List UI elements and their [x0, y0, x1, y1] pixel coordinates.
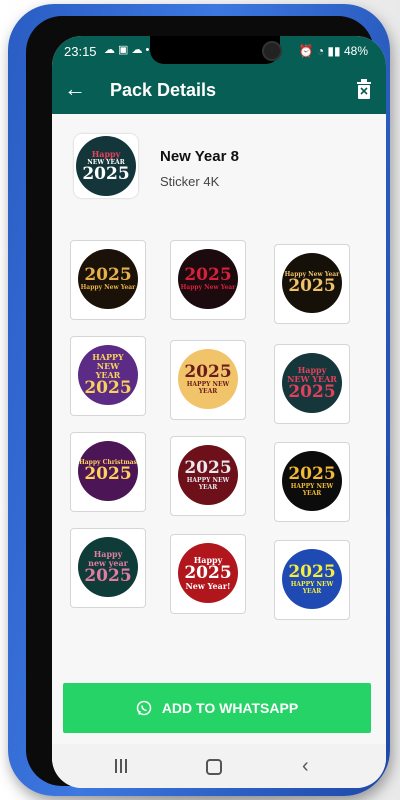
- front-camera: [262, 41, 282, 61]
- app-screen: 23:15 ☁ ▣ ☁ • ⏰ ◔ ▮▮ 48% ← Pack Details: [52, 36, 386, 788]
- sticker-text: 2025: [288, 276, 336, 296]
- add-to-whatsapp-label: ADD TO WHATSAPP: [161, 700, 299, 716]
- status-time: 23:15: [64, 44, 97, 59]
- sticker-image: Happy Christmas 2025: [78, 441, 138, 501]
- sticker-image: 2025 Happy New Year: [78, 249, 138, 309]
- sticker-cell[interactable]: HAPPY NEW YEAR 2025: [70, 336, 146, 416]
- sticker-text: 2025: [288, 463, 336, 484]
- pack-icon-sticker: Happy NEW YEAR 2025: [76, 136, 136, 196]
- status-right-group: ⏰ ◔ ▮▮ 48%: [299, 44, 368, 58]
- sticker-cell[interactable]: Happy NEW YEAR 2025: [274, 344, 350, 424]
- sticker-image: HAPPY NEW YEAR 2025: [78, 345, 138, 405]
- add-to-whatsapp-button[interactable]: ADD TO WHATSAPP: [63, 683, 371, 733]
- sticker-text: 2025: [184, 361, 232, 382]
- sticker-text: 2025: [84, 265, 132, 285]
- pack-header: Happy NEW YEAR 2025 New Year 8 Sticker 4…: [52, 126, 386, 216]
- phone-frame: 23:15 ☁ ▣ ☁ • ⏰ ◔ ▮▮ 48% ← Pack Details: [8, 4, 390, 796]
- status-bar: 23:15 ☁ ▣ ☁ • ⏰ ◔ ▮▮ 48%: [52, 36, 386, 66]
- sticker-image: 2025 HAPPY NEW YEAR: [178, 349, 238, 409]
- sticker-cell[interactable]: 2025 Happy New Year: [70, 240, 146, 320]
- sticker-cell[interactable]: 2025 HAPPY NEW YEAR: [274, 442, 350, 522]
- sticker-text: 2025: [288, 381, 336, 402]
- sticker-cell[interactable]: Happy Christmas 2025: [70, 432, 146, 512]
- page-title: Pack Details: [110, 80, 217, 100]
- sticker-image: 2025 HAPPY NEW YEAR: [282, 549, 342, 609]
- sticker-image: Happy 2025 New Year!: [178, 543, 238, 603]
- sticker-image: Happy new year 2025: [78, 537, 138, 597]
- sticker-text: 2025: [84, 378, 132, 398]
- sticker-image: Happy New Year 2025: [282, 253, 342, 313]
- battery-level: 48%: [343, 44, 368, 58]
- sticker-text: 2025: [184, 265, 232, 285]
- sticker-text: HAPPY NEW YEAR: [290, 580, 334, 595]
- back-arrow-icon[interactable]: ←: [64, 78, 86, 100]
- nav-back-icon[interactable]: ‹: [302, 755, 309, 778]
- status-notification-icons: ☁ ▣ ☁ •: [104, 44, 150, 56]
- sticker-text: New Year!: [185, 580, 231, 591]
- sticker-text: HAPPY NEW YEAR: [290, 482, 334, 497]
- sticker-text: Happy New Year: [180, 284, 236, 291]
- sticker-text: 2025: [184, 562, 232, 583]
- sticker-text: Happy New Year: [80, 284, 136, 291]
- delete-icon[interactable]: [356, 79, 372, 99]
- sticker-text: 2025: [84, 565, 132, 586]
- sticker-text: 2025: [288, 561, 336, 582]
- home-icon[interactable]: [206, 759, 222, 775]
- pack-icon-line: 2025: [82, 163, 130, 184]
- camera-notch: [150, 36, 282, 64]
- sticker-image: 2025 HAPPY NEW YEAR: [282, 451, 342, 511]
- sticker-cell[interactable]: 2025 HAPPY NEW YEAR: [170, 436, 246, 516]
- status-system-icons: ⏰ ◔ ▮▮: [298, 44, 344, 58]
- recents-icon[interactable]: [114, 758, 128, 774]
- sticker-image: 2025 Happy New Year: [178, 249, 238, 309]
- sticker-image: Happy NEW YEAR 2025: [282, 353, 342, 413]
- sticker-text: 2025: [184, 457, 232, 478]
- sticker-text: HAPPY NEW YEAR: [186, 380, 230, 395]
- system-nav-bar: ‹: [52, 744, 386, 788]
- sticker-cell[interactable]: Happy 2025 New Year!: [170, 534, 246, 614]
- sticker-image: 2025 HAPPY NEW YEAR: [178, 445, 238, 505]
- whatsapp-icon: [136, 700, 152, 716]
- sticker-cell[interactable]: 2025 Happy New Year: [170, 240, 246, 320]
- pack-name: New Year 8: [160, 148, 239, 165]
- sticker-text: 2025: [84, 464, 132, 484]
- sticker-cell[interactable]: 2025 HAPPY NEW YEAR: [170, 340, 246, 420]
- sticker-text: HAPPY NEW YEAR: [186, 476, 230, 491]
- sticker-cell[interactable]: Happy New Year 2025: [274, 244, 350, 324]
- pack-tray-icon: Happy NEW YEAR 2025: [74, 134, 138, 198]
- phone-bezel: 23:15 ☁ ▣ ☁ • ⏰ ◔ ▮▮ 48% ← Pack Details: [26, 16, 386, 788]
- pack-icon-line: Happy: [91, 148, 121, 159]
- sticker-cell[interactable]: Happy new year 2025: [70, 528, 146, 608]
- pack-publisher: Sticker 4K: [160, 174, 220, 189]
- sticker-cell[interactable]: 2025 HAPPY NEW YEAR: [274, 540, 350, 620]
- app-bar: ← Pack Details: [52, 66, 386, 114]
